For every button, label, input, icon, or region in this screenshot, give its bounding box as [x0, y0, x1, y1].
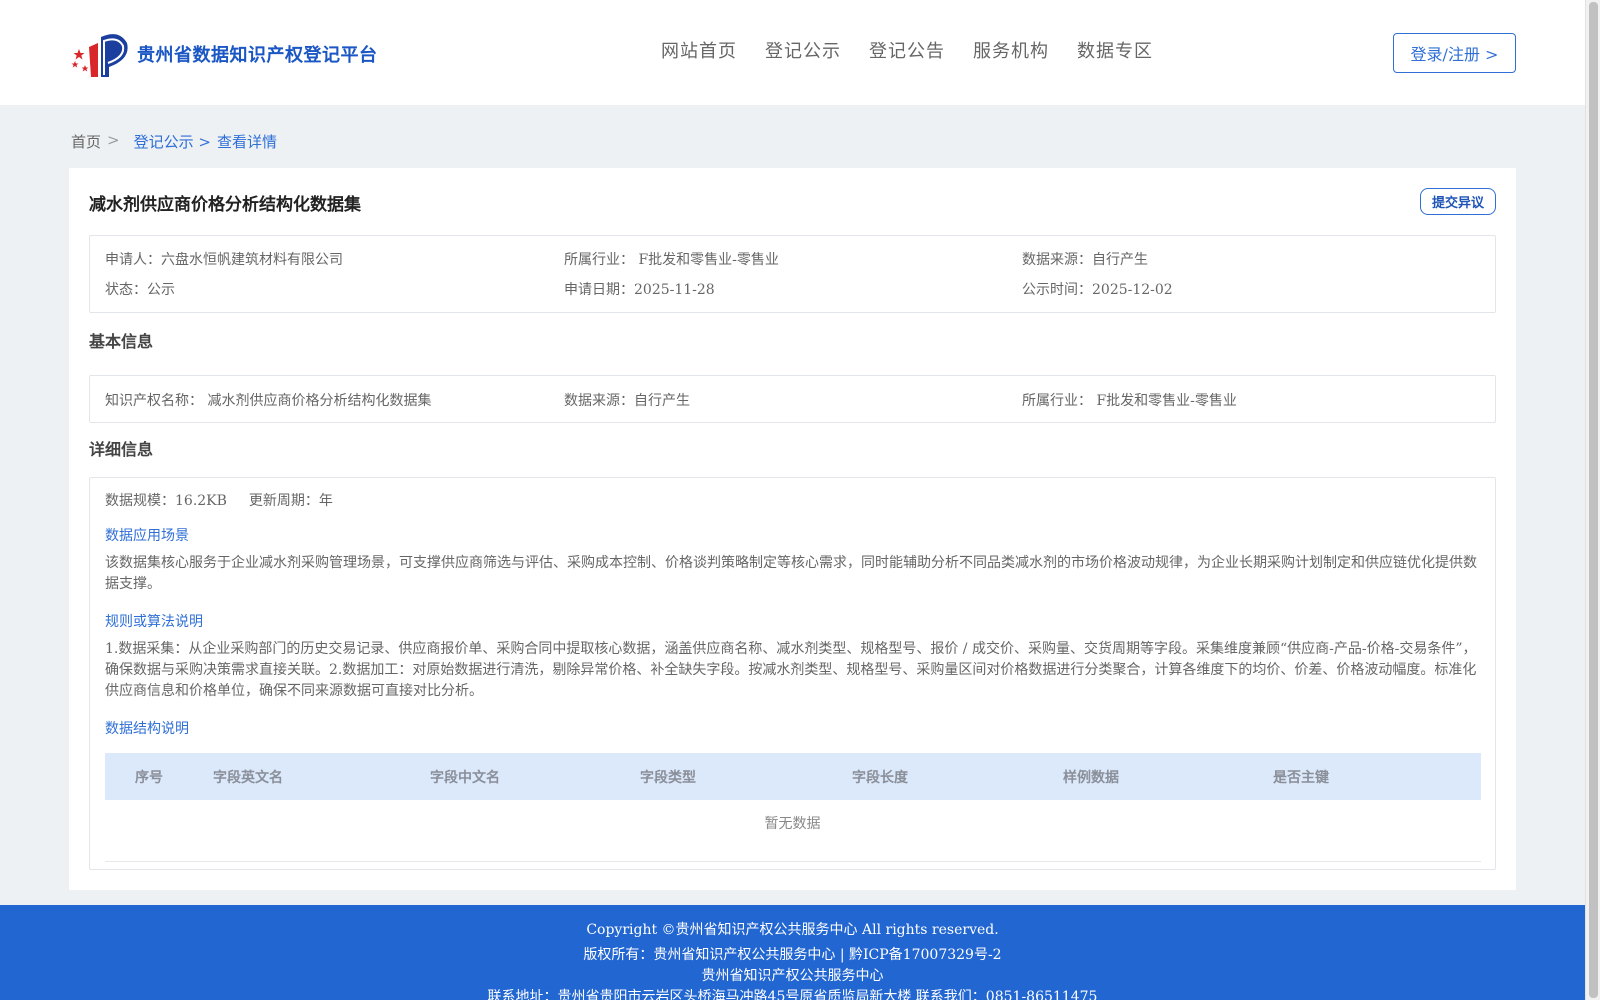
column-index: 序号: [135, 770, 163, 786]
column-type: 字段类型: [640, 770, 696, 786]
basic-info-panel: 知识产权名称： 减水剂供应商价格分析结构化数据集 数据来源：自行产生 所属行业：…: [89, 375, 1496, 423]
applicant: 申请人：六盘水恒帆建筑材料有限公司: [105, 252, 343, 268]
column-chinese-name: 字段中文名: [430, 770, 500, 786]
breadcrumb: 首页 > 登记公示 > 查看详情: [71, 131, 277, 152]
detail-card: 减水剂供应商价格分析结构化数据集 提交异议 申请人：六盘水恒帆建筑材料有限公司 …: [69, 168, 1516, 890]
publish-date: 公示时间：2025-12-02: [1022, 282, 1173, 298]
industry: 所属行业： F批发和零售业-零售业: [564, 252, 779, 268]
detail-info-panel: 数据规模：16.2KB 更新周期：年 数据应用场景 该数据集核心服务于企业减水剂…: [89, 477, 1496, 870]
login-register-button[interactable]: 登录/注册 >: [1393, 33, 1516, 73]
table-empty-state: 暂无数据: [764, 816, 821, 832]
ip-name: 知识产权名称： 减水剂供应商价格分析结构化数据集: [105, 393, 432, 409]
breadcrumb-home[interactable]: 首页: [71, 131, 101, 152]
breadcrumb-separator: >: [107, 131, 120, 149]
record-title: 减水剂供应商价格分析结构化数据集: [89, 195, 361, 215]
summary-panel: 申请人：六盘水恒帆建筑材料有限公司 所属行业： F批发和零售业-零售业 数据来源…: [89, 235, 1496, 313]
data-scale: 数据规模：16.2KB: [105, 493, 227, 509]
basic-industry: 所属行业： F批发和零售业-零售业: [1022, 393, 1237, 409]
site-brand-title[interactable]: 贵州省数据知识产权登记平台: [137, 41, 378, 67]
application-scene-text: 该数据集核心服务于企业减水剂采购管理场景，可支撑供应商筛选与评估、采购成本控制、…: [105, 555, 1477, 592]
nav-home[interactable]: 网站首页: [661, 37, 737, 63]
main-nav: 网站首页 登记公示 登记公告 服务机构 数据专区: [661, 37, 1153, 63]
footer-contact: 联系地址：贵州省贵阳市云岩区头桥海马冲路45号原省质监局新大楼 联系我们：085…: [487, 989, 1098, 1000]
footer-copyright: Copyright ©贵州省知识产权公共服务中心 All rights rese…: [586, 922, 999, 938]
data-meta: 数据规模：16.2KB 更新周期：年: [105, 490, 333, 510]
application-scene-heading: 数据应用场景: [105, 528, 189, 544]
detail-info-heading: 详细信息: [89, 440, 154, 459]
breadcrumb-current: 查看详情: [216, 133, 277, 151]
column-length: 字段长度: [852, 770, 908, 786]
nav-registration-announcement[interactable]: 登记公告: [869, 37, 945, 63]
basic-info-heading: 基本信息: [89, 332, 154, 351]
breadcrumb-registration-publicity[interactable]: 登记公示 >: [134, 131, 211, 152]
page-scrollbar[interactable]: [1585, 0, 1600, 1000]
site-footer: Copyright ©贵州省知识产权公共服务中心 All rights rese…: [0, 905, 1585, 1000]
data-source: 数据来源：自行产生: [1022, 252, 1148, 268]
site-header: 贵州省数据知识产权登记平台 网站首页 登记公示 登记公告 服务机构 数据专区 登…: [0, 0, 1585, 105]
scrollbar-thumb[interactable]: [1589, 2, 1598, 998]
nav-registration-publicity[interactable]: 登记公示: [765, 37, 841, 63]
column-english-name: 字段英文名: [213, 770, 283, 786]
structure-table-header: 序号 字段英文名 字段中文名 字段类型 字段长度 样例数据 是否主键: [105, 753, 1481, 800]
nav-data-zone[interactable]: 数据专区: [1077, 37, 1153, 63]
data-structure-heading: 数据结构说明: [105, 721, 189, 737]
basic-data-source: 数据来源：自行产生: [564, 393, 690, 409]
footer-owner: 版权所有：贵州省知识产权公共服务中心 | 黔ICP备17007329号-2: [583, 947, 1002, 963]
site-logo-icon[interactable]: [71, 27, 129, 79]
rule-algorithm-text: 1.数据采集：从企业采购部门的历史交易记录、供应商报价单、采购合同中提取核心数据…: [105, 641, 1477, 699]
nav-service-agencies[interactable]: 服务机构: [973, 37, 1049, 63]
column-primary-key: 是否主键: [1273, 770, 1329, 786]
apply-date: 申请日期：2025-11-28: [564, 282, 715, 298]
table-divider: [105, 861, 1481, 862]
column-sample: 样例数据: [1063, 770, 1119, 786]
rule-algorithm-heading: 规则或算法说明: [105, 614, 203, 630]
submit-objection-button[interactable]: 提交异议: [1420, 188, 1496, 215]
update-cycle: 更新周期：年: [248, 493, 333, 509]
footer-org: 贵州省知识产权公共服务中心: [701, 968, 884, 984]
status: 状态：公示: [105, 282, 175, 298]
